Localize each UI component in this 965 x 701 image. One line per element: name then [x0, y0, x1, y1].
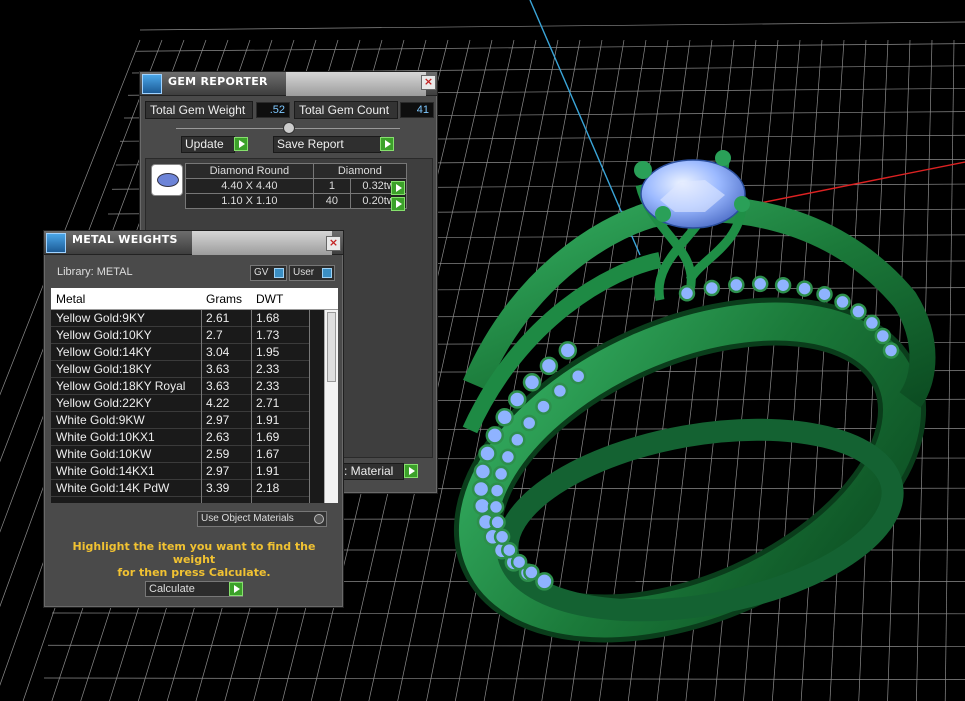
- gem-table[interactable]: Diamond Round Diamond 4.40 X 4.40 1 0.32…: [185, 163, 408, 209]
- metal-weights-title: METAL WEIGHTS: [72, 233, 178, 246]
- metal-grams-cell: 2.97: [206, 464, 230, 478]
- metal-row[interactable]: White Gold:10KX1 2.63 1.69: [51, 429, 309, 446]
- update-play-icon[interactable]: [234, 137, 248, 151]
- gem-reporter-title: GEM REPORTER: [168, 75, 268, 88]
- metal-dwt-cell: 2.33: [256, 362, 280, 376]
- metal-metal-cell: Yellow Gold:10KY: [56, 328, 152, 342]
- library-label: Library: METAL: [57, 266, 133, 278]
- metal-row[interactable]: Yellow Gold:10KY 2.7 1.73: [51, 327, 309, 344]
- metal-grams-cell: 3.63: [206, 362, 230, 376]
- metal-grams-cell: 3.04: [206, 345, 230, 359]
- total-gem-count-label: Total Gem Count: [294, 101, 398, 119]
- gv-toggle[interactable]: GV: [250, 265, 287, 281]
- instructions-text: Highlight the item you want to find the …: [72, 540, 316, 579]
- metal-metal-cell: White Gold:14K PdW: [56, 481, 170, 495]
- update-button[interactable]: Update: [181, 136, 235, 153]
- scrollbar-thumb[interactable]: [327, 312, 336, 382]
- metal-list[interactable]: Yellow Gold:9KY 2.61 1.68 Yellow Gold:10KY 2…: [51, 310, 338, 503]
- metal-list-scrollbar[interactable]: [324, 310, 338, 503]
- metal-dwt-cell: 2.71: [256, 396, 280, 410]
- diamond-shape-icon: [151, 164, 183, 196]
- gem-shape-header: Diamond Round: [185, 163, 314, 179]
- metal-row[interactable]: Yellow Gold:14KY 3.04 1.95: [51, 344, 309, 361]
- calculate-play-icon[interactable]: [229, 582, 243, 596]
- gem-reporter-icon: [142, 74, 162, 94]
- save-report-play-icon[interactable]: [380, 137, 394, 151]
- metal-metal-cell: Yellow Gold:18KY Royal: [56, 379, 186, 393]
- material-button[interactable]: : Material: [340, 463, 404, 480]
- metal-grams-cell: 3.63: [206, 379, 230, 393]
- total-gem-weight-value: .52: [256, 102, 290, 118]
- metal-metal-cell: White Gold:14KX1: [56, 464, 155, 478]
- metal-row[interactable]: Yellow Gold:9KY 2.61 1.68: [51, 310, 309, 327]
- metal-grams-cell: 2.59: [206, 447, 230, 461]
- metal-weights-titlebar[interactable]: METAL WEIGHTS ×: [44, 231, 343, 255]
- metal-grams-cell: 4.22: [206, 396, 230, 410]
- metal-weights-close-icon[interactable]: ×: [326, 236, 341, 251]
- metal-dwt-cell: 1.67: [256, 447, 280, 461]
- metal-row[interactable]: Yellow Gold:18KY Royal 3.63 2.33: [51, 378, 309, 395]
- metal-list-header: Metal Grams DWT: [51, 288, 338, 310]
- metal-row[interactable]: Yellow Gold:22KY 4.22 2.71: [51, 395, 309, 412]
- total-gem-count-value: 41: [400, 102, 434, 118]
- metal-row[interactable]: White Gold:9KW 2.97 1.91: [51, 412, 309, 429]
- metal-row[interactable]: White Gold:14K PdW 3.39 2.18: [51, 480, 309, 497]
- metal-grams-cell: 2.61: [206, 311, 230, 325]
- metal-metal-cell: White Gold:10KX1: [56, 430, 155, 444]
- grams-column-header: Grams: [206, 292, 242, 306]
- metal-column-header: Metal: [56, 292, 86, 306]
- gem-count-cell: 40: [312, 193, 352, 209]
- use-object-materials-toggle[interactable]: Use Object Materials: [197, 511, 327, 527]
- gem-row-select-icon[interactable]: [391, 181, 405, 195]
- metal-metal-cell: Yellow Gold:22KY: [56, 396, 152, 410]
- metal-metal-cell: Yellow Gold:18KY: [56, 362, 152, 376]
- gem-reporter-close-icon[interactable]: ×: [421, 75, 436, 90]
- metal-dwt-cell: 1.73: [256, 328, 280, 342]
- collapse-handle-icon[interactable]: [283, 122, 295, 134]
- metal-weights-title-tab: [192, 231, 332, 255]
- metal-dwt-cell: 2.18: [256, 481, 280, 495]
- metal-grams-cell: 2.7: [206, 328, 223, 342]
- gem-row-select-icon[interactable]: [391, 197, 405, 211]
- dwt-column-header: DWT: [256, 292, 284, 306]
- gem-size-cell: 4.40 X 4.40: [185, 178, 314, 194]
- metal-grams-cell: 2.97: [206, 413, 230, 427]
- user-toggle[interactable]: User: [289, 265, 335, 281]
- metal-dwt-cell: 1.91: [256, 413, 280, 427]
- metal-dwt-cell: 1.68: [256, 311, 280, 325]
- metal-metal-cell: White Gold:10KW: [56, 447, 152, 461]
- metal-dwt-cell: 1.69: [256, 430, 280, 444]
- total-gem-weight-label: Total Gem Weight: [145, 101, 253, 119]
- metal-row[interactable]: White Gold:10KW 2.59 1.67: [51, 446, 309, 463]
- save-report-button[interactable]: Save Report: [273, 136, 381, 153]
- gem-row[interactable]: 4.40 X 4.40 1 0.32tw: [185, 178, 407, 194]
- gem-material-header: Diamond: [312, 163, 408, 179]
- metal-dwt-cell: 2.33: [256, 379, 280, 393]
- metal-row[interactable]: Yellow Gold:18KY 3.63 2.33: [51, 361, 309, 378]
- metal-weights-icon: [46, 233, 66, 253]
- metal-grams-cell: 3.39: [206, 481, 230, 495]
- gem-row[interactable]: 1.10 X 1.10 40 0.20tw: [185, 193, 407, 209]
- metal-dwt-cell: 1.95: [256, 345, 280, 359]
- gem-count-cell: 1: [312, 178, 352, 194]
- metal-metal-cell: White Gold:9KW: [56, 413, 145, 427]
- gem-size-cell: 1.10 X 1.10: [185, 193, 314, 209]
- metal-dwt-cell: 1.91: [256, 464, 280, 478]
- metal-grams-cell: 2.63: [206, 430, 230, 444]
- metal-metal-cell: Yellow Gold:9KY: [56, 311, 145, 325]
- metal-row[interactable]: White Gold:14KX1 2.97 1.91: [51, 463, 309, 480]
- gem-reporter-title-tab: [286, 72, 426, 96]
- material-play-icon[interactable]: [404, 464, 418, 478]
- metal-metal-cell: Yellow Gold:14KY: [56, 345, 152, 359]
- gem-reporter-titlebar[interactable]: GEM REPORTER ×: [140, 72, 437, 96]
- metal-weights-window[interactable]: METAL WEIGHTS × Library: METAL GV User M…: [43, 230, 344, 608]
